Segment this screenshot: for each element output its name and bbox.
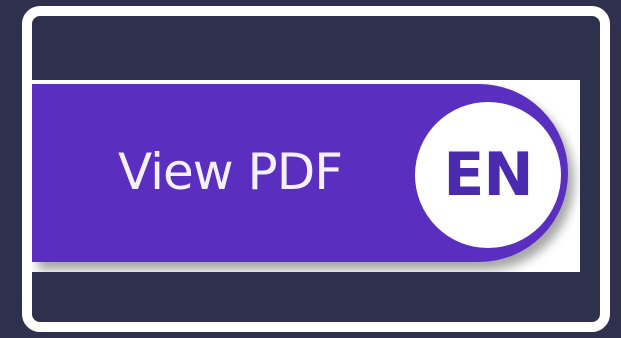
screenshot-frame: View PDF EN	[22, 6, 610, 332]
view-pdf-button[interactable]: View PDF EN	[32, 84, 568, 262]
language-badge-label: EN	[443, 140, 533, 210]
button-snippet: View PDF EN	[32, 80, 580, 272]
view-pdf-label: View PDF	[118, 143, 343, 201]
language-badge[interactable]: EN	[415, 102, 561, 248]
